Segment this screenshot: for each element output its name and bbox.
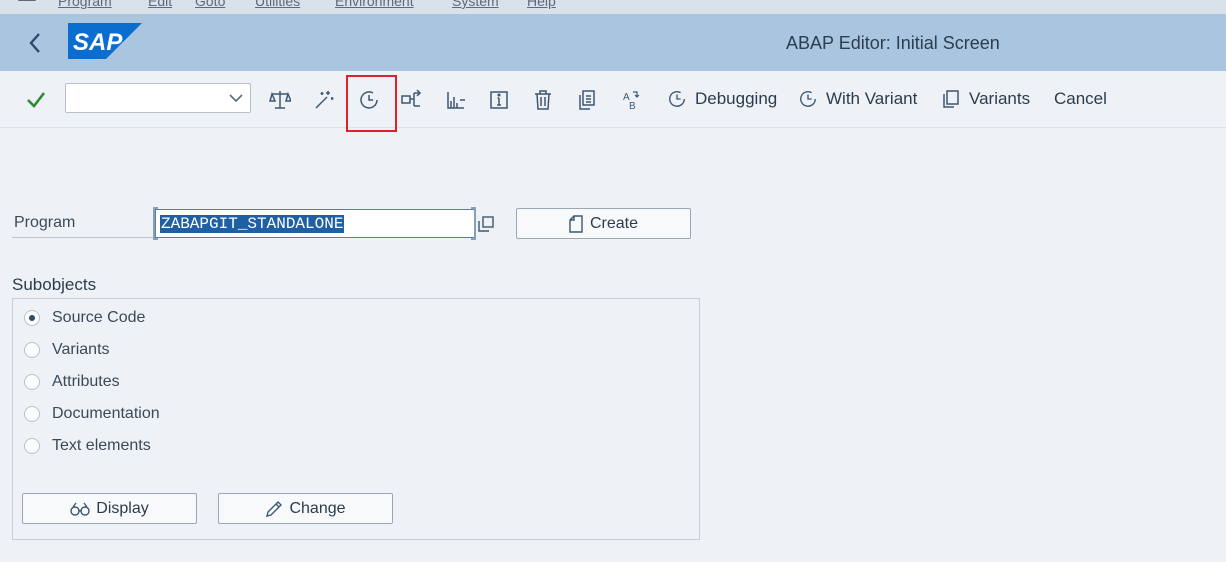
document-icon [569, 214, 583, 233]
hierarchy-icon [447, 92, 465, 109]
delete-icon [535, 90, 551, 110]
program-input[interactable]: ZABAPGIT_STANDALONE [155, 209, 475, 238]
display-label: Display [96, 499, 149, 517]
variants-icon [943, 90, 959, 108]
radio-label: Text elements [52, 437, 151, 454]
activate-button[interactable] [311, 87, 337, 113]
svg-text:B: B [629, 101, 636, 111]
rename-button[interactable]: AB [618, 87, 644, 113]
radio-attributes[interactable]: Attributes [24, 371, 120, 393]
display-button[interactable]: Display [22, 493, 197, 524]
input-focus-bracket-left [153, 207, 158, 240]
check-syntax-button[interactable] [267, 87, 293, 113]
clock-run-icon [360, 91, 378, 109]
debugging-button[interactable]: Debugging [667, 87, 777, 111]
menu-goto[interactable]: Goto [195, 0, 225, 9]
menu-edit[interactable]: Edit [148, 0, 172, 9]
info-button[interactable] [486, 87, 512, 113]
where-used-icon [401, 89, 422, 107]
radio-label: Source Code [52, 309, 146, 326]
debugging-label: Debugging [695, 89, 778, 108]
balance-scale-icon [269, 91, 291, 109]
change-label: Change [289, 499, 346, 517]
radio-unselected-icon [24, 342, 40, 358]
page-title: ABAP Editor: Initial Screen [786, 33, 1000, 53]
variants-button[interactable]: Variants [941, 87, 1030, 111]
menu-utilities[interactable]: Utilities [255, 0, 300, 9]
where-used-button[interactable] [399, 87, 425, 113]
subobjects-heading: Subobjects [12, 275, 97, 294]
radio-variants[interactable]: Variants [24, 339, 110, 361]
back-button[interactable] [20, 28, 50, 58]
magic-wand-icon [315, 91, 334, 109]
sap-logo: SAP [68, 23, 142, 64]
menu-help[interactable]: Help [527, 0, 556, 9]
menu-system[interactable]: System [452, 0, 499, 9]
object-list-button[interactable] [442, 87, 468, 113]
delete-button[interactable] [530, 87, 556, 113]
menu-program[interactable]: Program [58, 0, 112, 9]
cancel-button[interactable]: Cancel [1054, 87, 1107, 111]
radio-unselected-icon [24, 438, 40, 454]
execute-button[interactable] [356, 87, 382, 113]
value-help-icon [478, 215, 494, 232]
check-icon [27, 92, 46, 108]
copy-icon [579, 90, 595, 110]
application-toolbar: AB Debugging With Variant Variants Cance… [0, 71, 1226, 128]
radio-selected-icon [24, 310, 40, 326]
radio-label: Documentation [52, 405, 160, 422]
clock-run-icon [669, 91, 685, 107]
radio-text-elements[interactable]: Text elements [24, 435, 151, 457]
clock-run-icon [800, 91, 816, 107]
menu-environment[interactable]: Environment [335, 0, 414, 9]
command-field[interactable] [65, 83, 251, 113]
menu-icon[interactable] [18, 0, 36, 1]
sap-logo-text: SAP [73, 29, 123, 56]
radio-documentation[interactable]: Documentation [24, 403, 160, 425]
chevron-down-icon [229, 94, 243, 103]
glasses-icon [70, 502, 90, 516]
radio-unselected-icon [24, 374, 40, 390]
pencil-icon [266, 500, 283, 517]
with-variant-button[interactable]: With Variant [798, 87, 917, 111]
chevron-left-icon [29, 33, 40, 53]
menu-bar: Program Edit Goto Utilities Environment … [0, 0, 1226, 14]
title-bar: SAP ABAP Editor: Initial Screen [0, 14, 1226, 71]
radio-label: Attributes [52, 373, 120, 390]
create-button[interactable]: Create [516, 208, 691, 239]
create-label: Create [589, 214, 639, 232]
change-button[interactable]: Change [218, 493, 393, 524]
radio-label: Variants [52, 341, 110, 358]
cancel-label: Cancel [1054, 89, 1107, 108]
radio-source-code[interactable]: Source Code [24, 307, 145, 329]
rename-icon: AB [623, 91, 640, 111]
copy-button[interactable] [574, 87, 600, 113]
program-input-value: ZABAPGIT_STANDALONE [160, 214, 345, 233]
program-label-underline [12, 237, 155, 238]
check-button[interactable] [23, 87, 49, 113]
radio-unselected-icon [24, 406, 40, 422]
value-help-button[interactable] [475, 210, 497, 237]
variants-label: Variants [969, 89, 1031, 108]
with-variant-label: With Variant [826, 89, 918, 108]
program-label: Program [14, 214, 76, 231]
info-icon [490, 91, 508, 109]
